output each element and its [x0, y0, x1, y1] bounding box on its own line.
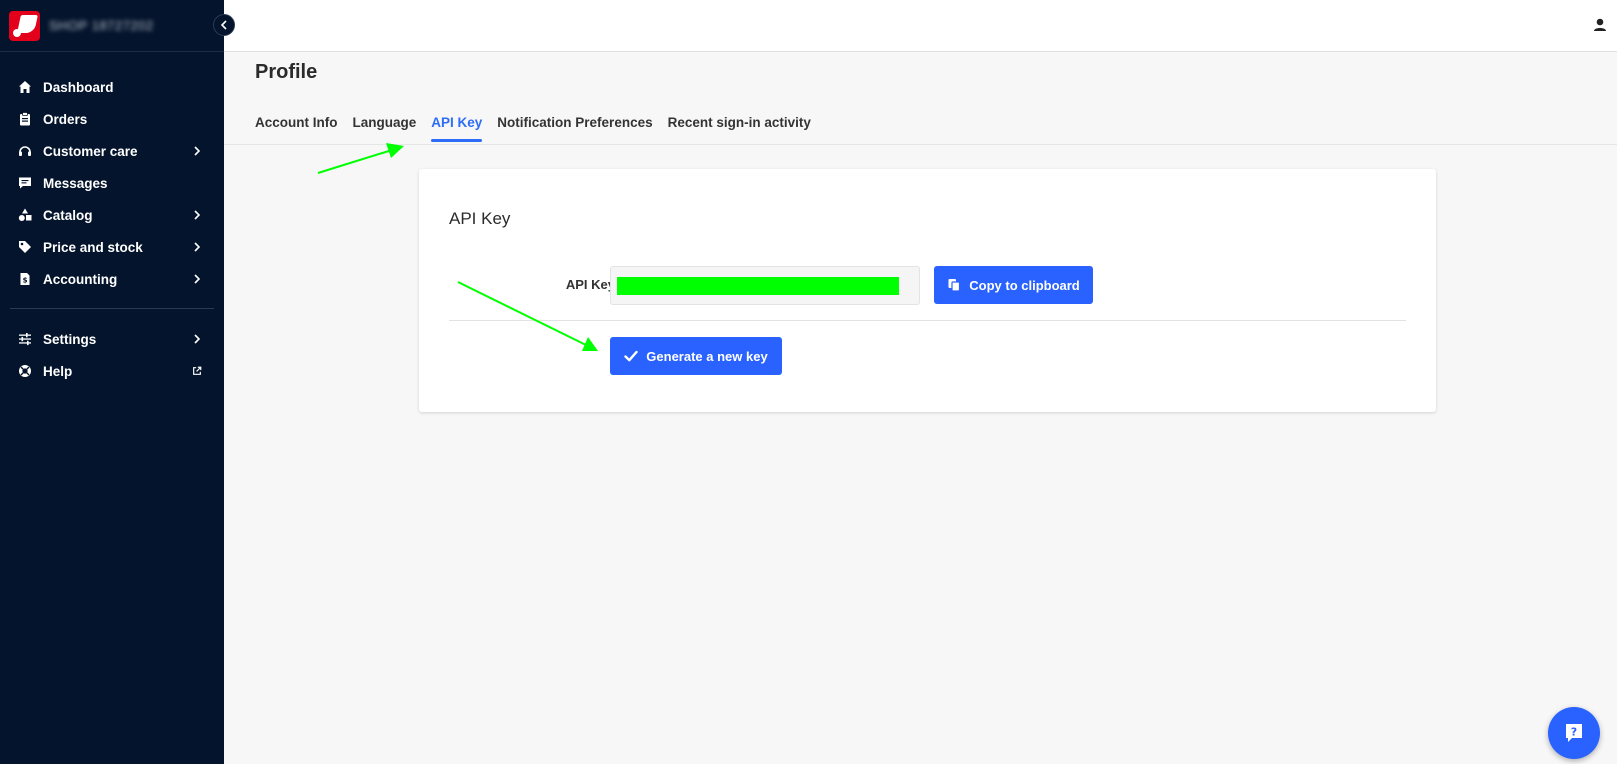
sidebar-item-dashboard[interactable]: Dashboard — [0, 71, 224, 103]
shop-name: SHOP 18727202 — [49, 18, 154, 33]
tab-recent-sign-in-activity[interactable]: Recent sign-in activity — [668, 115, 811, 142]
sliders-icon — [18, 332, 32, 346]
tab-notification-preferences[interactable]: Notification Preferences — [497, 115, 652, 142]
sidebar-item-orders[interactable]: Orders — [0, 103, 224, 135]
sidebar-item-messages[interactable]: Messages — [0, 167, 224, 199]
shop-logo — [9, 10, 40, 41]
annotation-arrow-tab — [317, 143, 404, 174]
chevron-right-icon — [192, 146, 202, 156]
sidebar-item-label: Customer care — [43, 143, 138, 159]
generate-button-label: Generate a new key — [646, 348, 768, 364]
lifebuoy-icon — [18, 364, 32, 378]
user-account-icon[interactable] — [1591, 16, 1609, 34]
help-chat-button[interactable]: ? — [1548, 707, 1600, 759]
sidebar-item-price-and-stock[interactable]: Price and stock — [0, 231, 224, 263]
tab-language[interactable]: Language — [353, 115, 417, 142]
api-key-redaction — [617, 277, 899, 295]
check-icon — [624, 349, 638, 363]
chevron-right-icon — [192, 274, 202, 284]
tabs-divider — [224, 144, 1617, 145]
home-icon — [18, 80, 32, 94]
tab-account-info[interactable]: Account Info — [255, 115, 338, 142]
card-divider — [449, 320, 1406, 321]
sidebar-divider — [10, 308, 214, 309]
chevron-right-icon — [192, 334, 202, 344]
copy-icon — [947, 278, 961, 292]
chevron-right-icon — [192, 210, 202, 220]
sidebar-item-settings[interactable]: Settings — [0, 323, 224, 355]
sidebar-item-accounting[interactable]: $ Accounting — [0, 263, 224, 295]
chevron-right-icon — [192, 242, 202, 252]
sidebar-item-label: Price and stock — [43, 239, 143, 255]
question-chat-icon: ? — [1566, 724, 1582, 742]
api-key-card: API Key API Key Copy to clipboard Genera… — [419, 169, 1436, 412]
sidebar-item-label: Catalog — [43, 207, 93, 223]
generate-new-key-button[interactable]: Generate a new key — [610, 337, 782, 375]
top-bar — [224, 0, 1617, 52]
shapes-icon — [18, 208, 32, 222]
page-title: Profile — [255, 61, 318, 83]
sidebar-item-label: Accounting — [43, 271, 118, 287]
sidebar-nav: Dashboard Orders Customer care Messages — [0, 52, 224, 387]
sidebar-collapse-button[interactable] — [213, 14, 235, 36]
external-link-icon — [192, 366, 202, 376]
headset-icon — [18, 144, 32, 158]
sidebar-item-catalog[interactable]: Catalog — [0, 199, 224, 231]
sidebar-item-label: Settings — [43, 331, 97, 347]
svg-text:?: ? — [1571, 726, 1577, 739]
profile-tabs: Account Info Language API Key Notificati… — [255, 115, 826, 142]
sidebar-item-label: Help — [43, 363, 73, 379]
card-title: API Key — [449, 209, 511, 228]
api-key-field[interactable] — [610, 266, 920, 305]
tag-icon — [18, 240, 32, 254]
copy-button-label: Copy to clipboard — [969, 277, 1080, 293]
svg-text:$: $ — [23, 277, 28, 285]
tab-api-key[interactable]: API Key — [431, 115, 483, 142]
sidebar-item-label: Messages — [43, 175, 108, 191]
sidebar: SHOP 18727202 Dashboard Orders Customer … — [0, 0, 224, 764]
chevron-left-icon — [220, 20, 227, 30]
sidebar-item-label: Dashboard — [43, 79, 114, 95]
clipboard-icon — [18, 112, 32, 126]
document-icon: $ — [18, 272, 32, 286]
sidebar-item-help[interactable]: Help — [0, 355, 224, 387]
copy-to-clipboard-button[interactable]: Copy to clipboard — [934, 266, 1093, 304]
brand[interactable]: SHOP 18727202 — [0, 0, 224, 52]
sidebar-item-customer-care[interactable]: Customer care — [0, 135, 224, 167]
api-key-label: API Key — [565, 277, 615, 292]
chat-icon — [18, 176, 32, 190]
sidebar-item-label: Orders — [43, 111, 88, 127]
